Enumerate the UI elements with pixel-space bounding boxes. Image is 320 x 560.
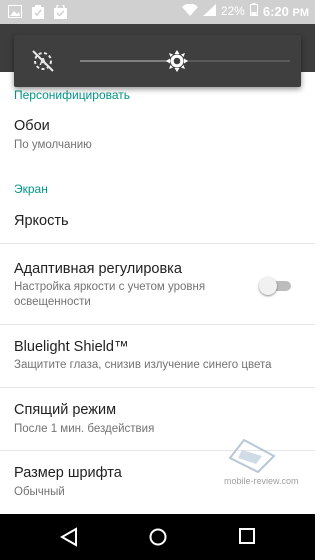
- battery-icon: [249, 3, 258, 19]
- shopping-bag-icon: [54, 5, 67, 19]
- font-size-subtitle: Обычный: [14, 486, 65, 498]
- bluelight-shield-subtitle: Защитите глаза, снизив излучение синего …: [14, 359, 272, 371]
- recent-apps-icon[interactable]: [238, 527, 256, 550]
- adaptive-brightness-subtitle: Настройка яркости с учетом уровня освеще…: [14, 281, 206, 308]
- section-header-personalize: Персонифицировать: [14, 88, 131, 102]
- brightness-slider-fill: [80, 60, 177, 62]
- sleep-title: Спящий режим: [14, 402, 117, 418]
- brightness-thumb-icon[interactable]: [165, 50, 188, 77]
- watermark: mobile-review.com: [222, 436, 302, 496]
- adaptive-brightness-toggle[interactable]: [259, 277, 293, 295]
- home-icon[interactable]: [148, 527, 168, 552]
- section-header-display: Экран: [14, 182, 48, 196]
- sleep-subtitle: После 1 мин. бездействия: [14, 423, 155, 435]
- adaptive-brightness-title: Адаптивная регулировка: [14, 261, 182, 277]
- brightness-panel: A: [14, 35, 301, 87]
- toggle-knob: [259, 277, 277, 295]
- clock: 6:20 PM: [262, 3, 309, 19]
- brightness-title: Яркость: [14, 213, 69, 229]
- image-notification-icon: [8, 5, 22, 19]
- signal-icon: [202, 3, 216, 19]
- wallpaper-title: Обои: [14, 118, 50, 134]
- navigation-bar: [0, 514, 315, 560]
- bluelight-shield-title: Bluelight Shield™: [14, 339, 129, 355]
- battery-percent: 22%: [220, 4, 245, 18]
- font-size-title: Размер шрифта: [14, 465, 122, 481]
- brightness-setting[interactable]: Яркость: [0, 200, 315, 242]
- bluelight-shield-setting[interactable]: Bluelight Shield™ Защитите глаза, снизив…: [0, 325, 315, 387]
- status-bar: 22% 6:20 PM: [0, 0, 315, 24]
- auto-brightness-off-icon[interactable]: A: [30, 48, 56, 79]
- wallpaper-subtitle: По умолчанию: [14, 139, 92, 151]
- back-icon[interactable]: [59, 527, 78, 552]
- watermark-text: mobile-review.com: [224, 476, 299, 486]
- wallpaper-setting[interactable]: Обои По умолчанию: [0, 108, 315, 164]
- clipboard-check-icon: [32, 5, 44, 19]
- wifi-icon: [181, 3, 198, 19]
